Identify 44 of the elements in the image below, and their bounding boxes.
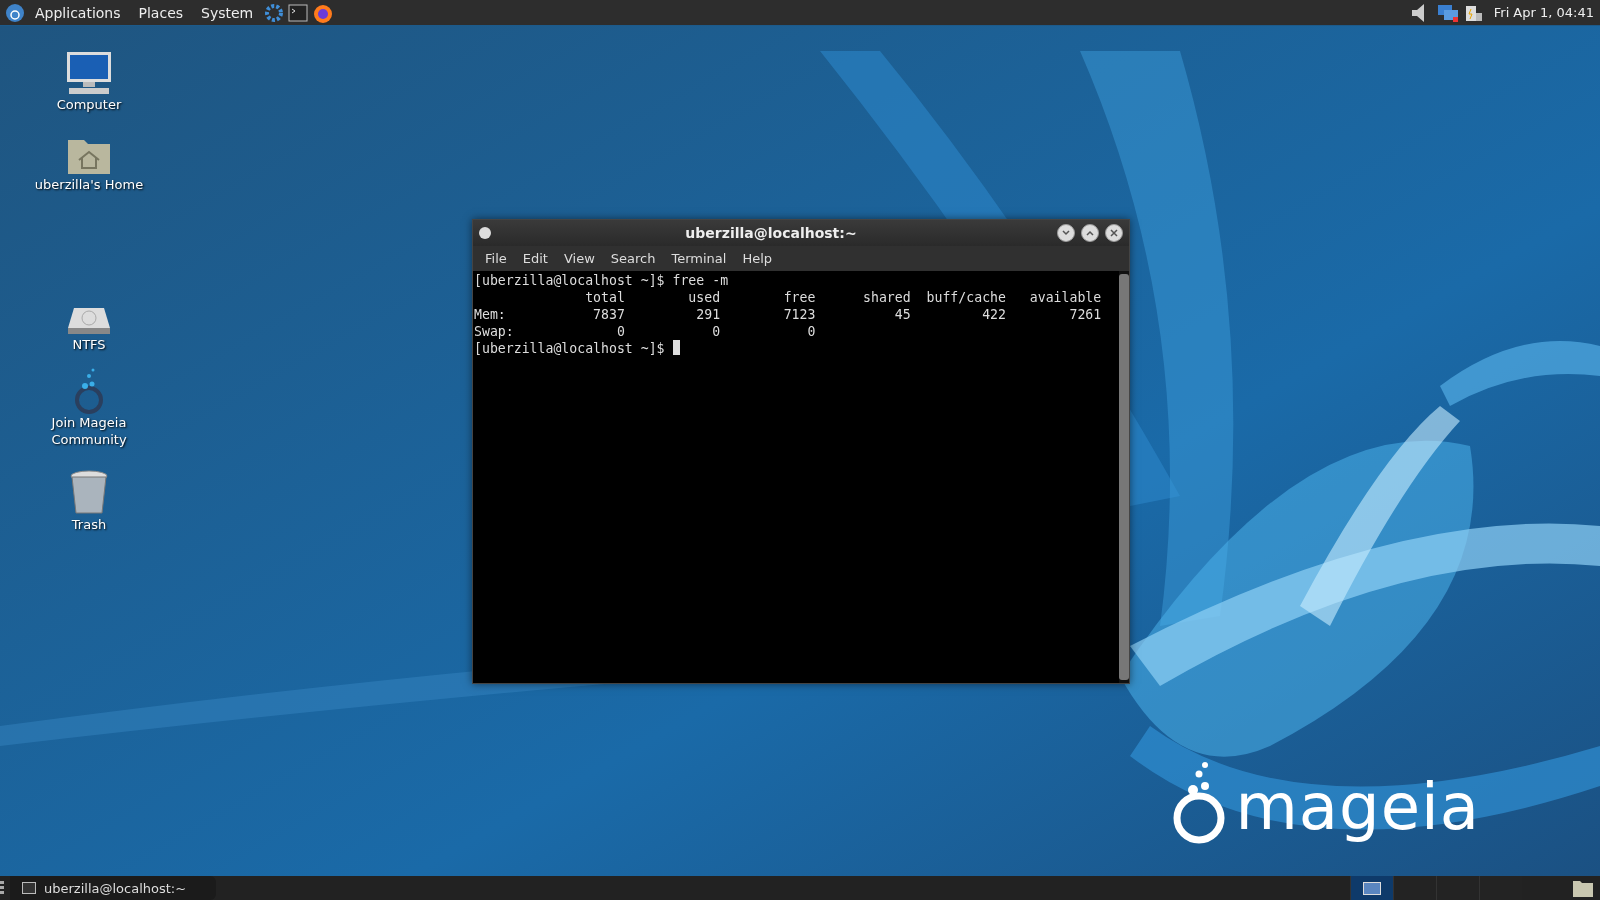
workspace-button[interactable] [1350, 876, 1393, 900]
desktop-icon-label[interactable]: uberzilla's Home [34, 176, 144, 193]
window-menu-icon[interactable] [479, 227, 491, 239]
mageia-menu-icon[interactable] [6, 3, 24, 22]
terminal-line: Mem: 7837 291 7123 45 422 7261 [474, 306, 1103, 323]
menu-item[interactable]: View [555, 251, 603, 266]
hard-drive-icon[interactable] [66, 306, 112, 336]
menu-item[interactable]: Terminal [663, 251, 735, 266]
panel-menu[interactable]: Places [131, 4, 191, 21]
terminal-line: Swap: 0 0 0 [474, 323, 817, 340]
network-icon[interactable] [1435, 2, 1460, 23]
handle-icon[interactable] [0, 880, 4, 896]
panel-menu[interactable]: Applications [28, 4, 128, 21]
chevron-down-icon [1062, 230, 1070, 236]
desktop-icon-label[interactable]: Join Mageia Community [19, 414, 159, 448]
menu-item[interactable]: Help [734, 251, 781, 266]
minimize-button[interactable] [1057, 224, 1075, 242]
terminal-icon[interactable] [288, 3, 309, 22]
taskbar-button[interactable]: uberzilla@localhost:~ [10, 876, 217, 900]
terminal-line: [uberzilla@localhost ~]$ free -m [474, 272, 730, 289]
folder-icon[interactable] [1572, 878, 1594, 898]
close-icon [1110, 229, 1118, 237]
window-title: uberzilla@localhost:~ [684, 225, 858, 241]
desktop-icon-label[interactable]: Trash [71, 516, 107, 533]
mageia-icon[interactable] [72, 366, 106, 414]
menu-item[interactable]: Search [602, 251, 664, 266]
wallpaper-logo-text: mageia [1235, 769, 1480, 846]
maximize-button[interactable] [1081, 224, 1099, 242]
clock[interactable]: Fri Apr 1, 04:41 [1493, 5, 1594, 20]
gear-icon[interactable] [264, 2, 285, 23]
terminal-line: total used free shared buff/cache available [584, 289, 1103, 306]
panel-menu[interactable]: System [194, 4, 261, 21]
close-button[interactable] [1105, 224, 1123, 242]
terminal-prompt: [uberzilla@localhost ~]$ [474, 340, 666, 357]
chevron-up-icon [1086, 230, 1094, 236]
desktop-icon-label[interactable]: Computer [56, 96, 122, 113]
menu-item[interactable]: Edit [514, 251, 556, 266]
trash-icon[interactable] [69, 470, 109, 516]
computer-icon[interactable] [65, 50, 113, 96]
desktop-icon-label[interactable]: NTFS [72, 336, 106, 353]
terminal-icon [22, 882, 36, 894]
scrollbar[interactable] [1119, 271, 1129, 683]
menu-item[interactable]: File [477, 251, 515, 266]
text-cursor [672, 340, 680, 355]
